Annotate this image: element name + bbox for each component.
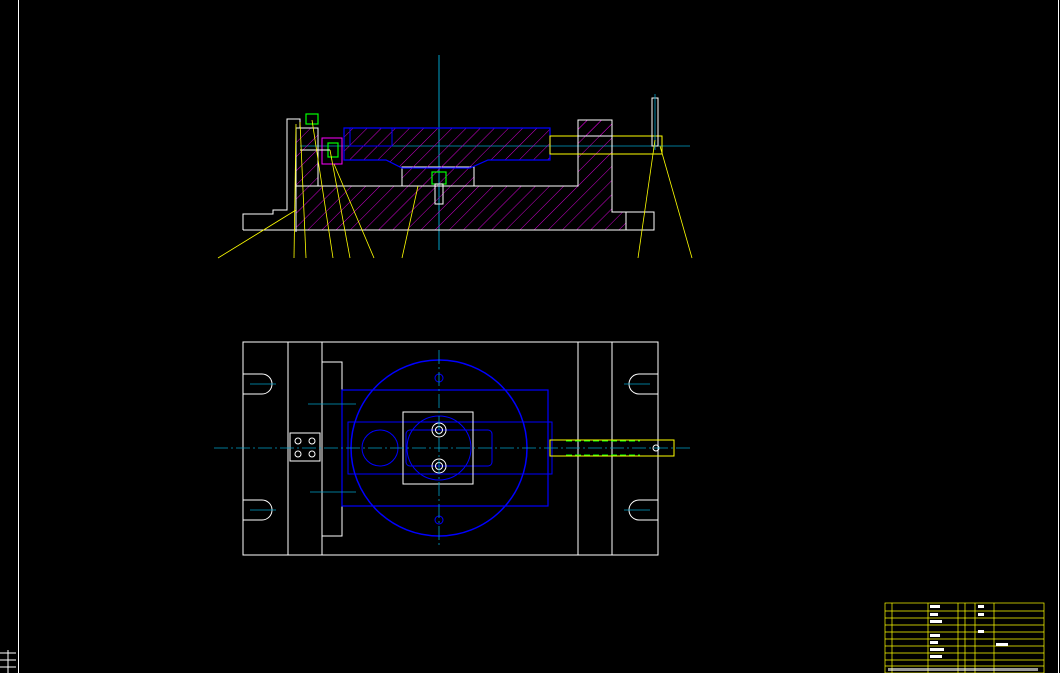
- parts-list-table: [884, 602, 1045, 673]
- clamp-bolt-3: [294, 450, 302, 458]
- drawing-frame: [18, 0, 1059, 673]
- front-section-view: [217, 55, 693, 259]
- frame-corner-marks: [0, 650, 16, 673]
- clamp-bolt-2: [308, 437, 316, 445]
- slot-centerlines: [250, 383, 650, 511]
- plan-wall-lines: [287, 342, 613, 555]
- clamp-bolt-4: [308, 450, 316, 458]
- plan-base-outline: [242, 341, 659, 556]
- clamp-plate: [289, 432, 321, 462]
- center-hub-section: [401, 166, 475, 187]
- left-clamp-bar: [321, 361, 343, 537]
- clamp-bolt-1: [294, 437, 302, 445]
- top-plan-view: [214, 341, 690, 556]
- rotary-table-plate: [343, 127, 551, 169]
- parts-list-cell-marks: [888, 605, 1038, 671]
- index-pin-head: [577, 119, 613, 137]
- cad-drawing-canvas: [0, 0, 1059, 673]
